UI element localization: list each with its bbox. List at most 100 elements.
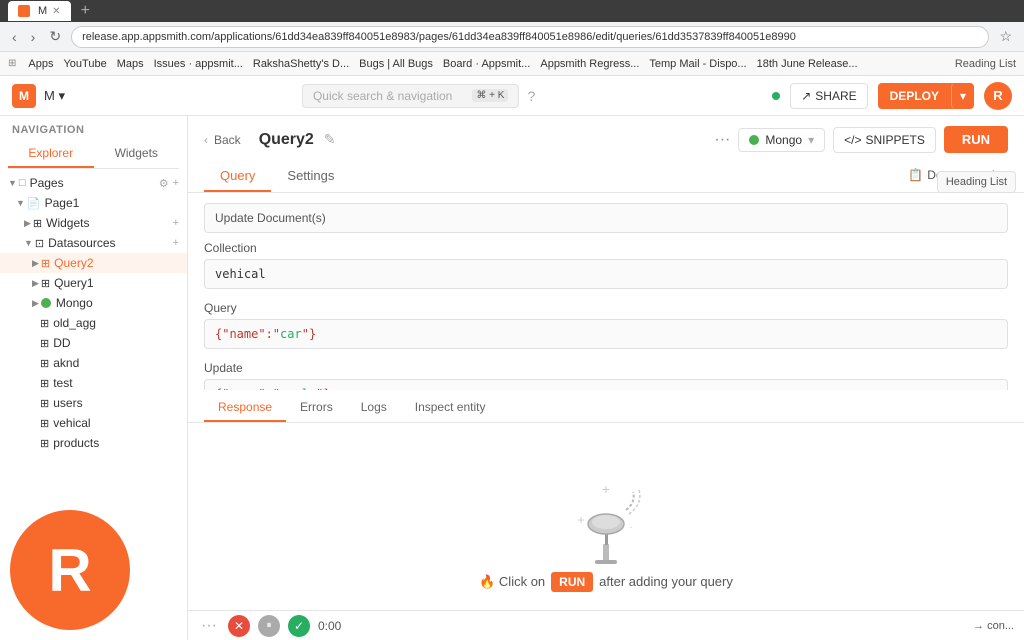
query-tab-settings[interactable]: Settings (271, 161, 350, 192)
sidebar-item-old-agg[interactable]: ⊞ old_agg (0, 313, 187, 333)
user-avatar-large: R (10, 510, 130, 630)
bookmark-star[interactable]: ☆ (995, 26, 1016, 47)
reload-button[interactable]: ↻ (45, 26, 65, 47)
bookmark-18th-june[interactable]: 18th June Release... (757, 58, 858, 70)
tab-close-icon[interactable]: ✕ (52, 6, 60, 17)
bookmark-tempmail[interactable]: Temp Mail - Dispo... (649, 58, 746, 70)
pages-settings-icon[interactable]: ⚙ (159, 177, 169, 190)
back-nav-button[interactable]: ‹ (8, 27, 21, 47)
help-icon[interactable]: ? (527, 88, 535, 104)
run-hint-button[interactable]: RUN (551, 572, 593, 592)
back-arrow-icon: ‹ (204, 133, 208, 147)
datasources-chevron-icon: ▼ (24, 238, 33, 248)
app-header: M M ▾ Quick search & navigation ⌘ + K ? … (0, 76, 1024, 116)
sidebar-item-page1[interactable]: ▼ 📄 Page1 (0, 193, 187, 213)
query2-label: Query2 (54, 256, 93, 270)
update-label: Update (204, 361, 1008, 375)
sidebar-item-users[interactable]: ⊞ users (0, 393, 187, 413)
pages-add-icon[interactable]: + (173, 177, 179, 190)
bottom-pause-button[interactable]: ⏸ (258, 615, 280, 637)
sidebar-item-mongo[interactable]: ▶ Mongo (0, 293, 187, 313)
response-tab-inspect[interactable]: Inspect entity (401, 394, 500, 422)
query-brace-close: "} (302, 327, 316, 341)
sidebar-item-widgets[interactable]: ▶ ⊞ Widgets + (0, 213, 187, 233)
share-label: SHARE (815, 89, 856, 103)
bookmark-raksha[interactable]: RakshaShetty's D... (253, 58, 349, 70)
sidebar-item-products[interactable]: ⊞ products (0, 433, 187, 453)
tab-label: M (38, 5, 47, 17)
bookmark-board[interactable]: Board · Appsmit... (443, 58, 530, 70)
widgets-add-icon[interactable]: + (173, 217, 179, 229)
svg-text:·: · (629, 522, 632, 533)
url-input[interactable] (71, 26, 989, 48)
pages-icon: □ (19, 177, 26, 189)
response-tab-response[interactable]: Response (204, 394, 286, 422)
update-input[interactable]: {"name":"cycle"} (204, 379, 1008, 390)
bookmarks-bar: ⊞ Apps YouTube Maps Issues · appsmit... … (0, 52, 1024, 76)
app-name-label[interactable]: M ▾ (44, 88, 65, 104)
query-input[interactable]: {"name":"car"} (204, 319, 1008, 349)
sidebar-item-test[interactable]: ⊞ test (0, 373, 187, 393)
back-section: ‹ Back (204, 133, 241, 147)
share-button[interactable]: ↗ SHARE (790, 83, 867, 109)
run-button[interactable]: RUN (944, 126, 1008, 153)
response-tab-logs[interactable]: Logs (347, 394, 401, 422)
datasource-status-icon (749, 135, 759, 145)
query-form: Update Document(s) Collection Query {"na… (188, 193, 1024, 390)
content-area: ‹ Back Query2 ✎ ··· Mongo ▾ </> SNIPPETS… (188, 116, 1024, 640)
bookmark-issues[interactable]: Issues · appsmit... (154, 58, 243, 70)
reading-list-label[interactable]: Reading List (955, 58, 1016, 70)
user-avatar[interactable]: R (984, 82, 1012, 110)
mongo-label: Mongo (56, 296, 93, 310)
snippets-label: SNIPPETS (865, 133, 924, 147)
bookmark-bugs[interactable]: Bugs | All Bugs (359, 58, 433, 70)
sidebar-item-pages[interactable]: ▼ □ Pages ⚙ + (0, 173, 187, 193)
mongo-status-icon (41, 298, 51, 308)
tab-widgets[interactable]: Widgets (94, 140, 180, 168)
datasource-selector[interactable]: Mongo ▾ (738, 128, 825, 152)
response-tab-errors[interactable]: Errors (286, 394, 347, 422)
bottom-check-button[interactable]: ✓ (288, 615, 310, 637)
query-field-label: Query (204, 301, 1008, 315)
bookmark-appsmith-regress[interactable]: Appsmith Regress... (540, 58, 639, 70)
page1-label: Page1 (45, 196, 80, 210)
bookmark-youtube[interactable]: YouTube (63, 58, 106, 70)
tab-explorer[interactable]: Explorer (8, 140, 94, 168)
products-label: products (53, 436, 99, 450)
test-label: test (53, 376, 72, 390)
query-title: Query2 (259, 131, 314, 149)
query-key: name (229, 327, 258, 341)
share-icon: ↗ (801, 89, 811, 103)
new-tab-button[interactable]: + (81, 2, 90, 20)
query-colon: ":" (258, 327, 280, 341)
forward-nav-button[interactable]: › (27, 27, 40, 47)
sidebar-item-query1[interactable]: ▶ ⊞ Query1 (0, 273, 187, 293)
datasources-add-icon[interactable]: + (173, 237, 179, 249)
deploy-button[interactable]: DEPLOY (878, 83, 951, 109)
bottom-more-icon[interactable]: ··· (198, 614, 220, 638)
snippets-button[interactable]: </> SNIPPETS (833, 127, 936, 153)
more-options-icon[interactable]: ··· (714, 131, 730, 149)
edit-icon[interactable]: ✎ (324, 131, 336, 148)
sidebar-item-datasources[interactable]: ▼ ⊡ Datasources + (0, 233, 187, 253)
datasources-actions: + (173, 237, 179, 249)
pages-actions: ⚙ + (159, 177, 179, 190)
deploy-dropdown-button[interactable]: ▾ (951, 83, 974, 109)
query2-chevron-icon: ▶ (32, 258, 39, 269)
svg-text:+: + (602, 481, 610, 497)
sidebar-item-query2[interactable]: ▶ ⊞ Query2 (0, 253, 187, 273)
users-label: users (53, 396, 82, 410)
bookmark-apps[interactable]: Apps (28, 58, 53, 70)
sidebar-item-aknd[interactable]: ⊞ aknd (0, 353, 187, 373)
bookmark-maps[interactable]: Maps (117, 58, 144, 70)
collection-input[interactable] (204, 259, 1008, 289)
back-button[interactable]: Back (214, 133, 241, 147)
bottom-close-button[interactable]: ✕ (228, 615, 250, 637)
quick-search-box[interactable]: Quick search & navigation ⌘ + K (302, 84, 519, 108)
sidebar-item-dd[interactable]: ⊞ DD (0, 333, 187, 353)
sidebar-item-vehical[interactable]: ⊞ vehical (0, 413, 187, 433)
widgets-label: Widgets (46, 216, 89, 230)
active-tab[interactable]: M ✕ (8, 1, 71, 21)
deploy-button-group: DEPLOY ▾ (878, 83, 974, 109)
query-tab-query[interactable]: Query (204, 161, 271, 192)
